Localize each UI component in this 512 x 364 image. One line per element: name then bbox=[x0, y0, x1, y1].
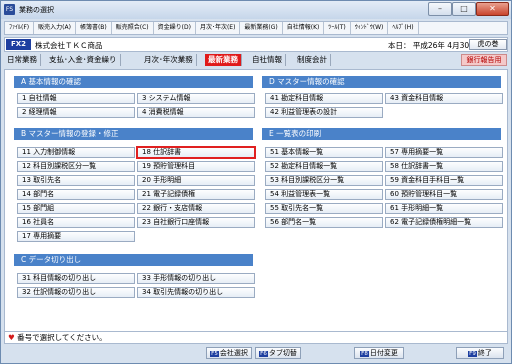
menu-button-23[interactable]: 23 自社銀行口座情報 bbox=[137, 217, 255, 228]
tab-payments[interactable]: 支払･入金･資金繰り bbox=[46, 54, 121, 66]
menu-button-11[interactable]: 11 入力制御情報 bbox=[17, 147, 135, 158]
menu-button-2[interactable]: 2 経理情報 bbox=[17, 107, 135, 118]
menu-monthly-yearly[interactable]: 月次･年次(E) bbox=[196, 22, 241, 34]
menu-button-32[interactable]: 32 仕訳情報の切り出し bbox=[17, 287, 135, 298]
menu-company-info[interactable]: 自社情報(K) bbox=[283, 22, 325, 34]
menu-button-51[interactable]: 51 基本情報一覧 bbox=[265, 147, 383, 158]
menu-button-54[interactable]: 54 利益管理表一覧 bbox=[265, 189, 383, 200]
section-b-header: B マスター情報の登録・修正 bbox=[14, 128, 253, 140]
menu-button-15[interactable]: 15 部門組 bbox=[17, 203, 135, 214]
section-c-header: C データ切り出し bbox=[14, 254, 253, 266]
menu-button-13[interactable]: 13 取引先名 bbox=[17, 175, 135, 186]
menu-button-62[interactable]: 62 電子記録債権明細一覧 bbox=[385, 217, 503, 228]
menu-latest[interactable]: 最新業務(G) bbox=[240, 22, 283, 34]
menu-button-17[interactable]: 17 専用摘要 bbox=[17, 231, 135, 242]
f5-label: 会社選択 bbox=[219, 349, 248, 357]
menu-books[interactable]: 帳簿書(B) bbox=[76, 22, 112, 34]
menu-file[interactable]: ﾌｧｲﾙ(F) bbox=[5, 22, 35, 34]
fx-label: FX2 bbox=[6, 39, 31, 50]
f8-date-change-button[interactable]: F8 日付変更 bbox=[354, 347, 404, 359]
f8-key-badge: F8 bbox=[360, 351, 369, 357]
f5-key-badge: F5 bbox=[210, 351, 219, 357]
menu-bar: ﾌｧｲﾙ(F) 販売入力(A) 帳簿書(B) 販売照合(C) 資金繰り(D) 月… bbox=[4, 21, 508, 35]
menu-tools[interactable]: ﾂｰﾙ(T) bbox=[324, 22, 351, 34]
tab-daily[interactable]: 日常業務 bbox=[4, 54, 41, 66]
menu-button-22[interactable]: 22 銀行・支店情報 bbox=[137, 203, 255, 214]
tab-company[interactable]: 自社情報 bbox=[249, 54, 286, 66]
f9-label: 終了 bbox=[477, 349, 492, 357]
section-d-header: D マスター情報の確認 bbox=[262, 76, 501, 88]
app-icon: FS bbox=[4, 4, 15, 15]
f9-key-badge: F9 bbox=[468, 351, 477, 357]
menu-button-55[interactable]: 55 取引先名一覧 bbox=[265, 203, 383, 214]
menu-button-12[interactable]: 12 科目別課税区分一覧 bbox=[17, 161, 135, 172]
menu-sales-input[interactable]: 販売入力(A) bbox=[34, 22, 76, 34]
menu-button-21[interactable]: 21 電子記録債権 bbox=[137, 189, 255, 200]
menu-button-20[interactable]: 20 手形明細 bbox=[137, 175, 255, 186]
f9-exit-button[interactable]: F9 終了 bbox=[456, 347, 504, 359]
menu-button-16[interactable]: 16 社員名 bbox=[17, 217, 135, 228]
menu-button-52[interactable]: 52 勘定科目情報一覧 bbox=[265, 161, 383, 172]
main-window: FS 業務の選択 – □ ✕ ﾌｧｲﾙ(F) 販売入力(A) 帳簿書(B) 販売… bbox=[0, 0, 512, 364]
menu-button-18[interactable]: 18 仕訳辞書 bbox=[136, 146, 256, 159]
menu-button-31[interactable]: 31 科目情報の切り出し bbox=[17, 273, 135, 284]
status-bar: ♥ 番号で選択してください。 bbox=[4, 331, 508, 344]
menu-button-34[interactable]: 34 取引先情報の切り出し bbox=[137, 287, 255, 298]
menu-button-41[interactable]: 41 勘定科目情報 bbox=[265, 93, 383, 104]
menu-button-14[interactable]: 14 部門名 bbox=[17, 189, 135, 200]
f8-label: 日付変更 bbox=[369, 349, 398, 357]
menu-button-3[interactable]: 3 システム情報 bbox=[137, 93, 255, 104]
menu-window[interactable]: ｳｨﾝﾄﾞｳ(W) bbox=[351, 22, 389, 34]
menu-button-33[interactable]: 33 手形情報の切り出し bbox=[137, 273, 255, 284]
tab-bar: 日常業務 支払･入金･資金繰り 月次･年次業務 最新業務 自社情報 制度会計 銀… bbox=[4, 53, 508, 67]
menu-button-58[interactable]: 58 仕訳辞書一覧 bbox=[385, 161, 503, 172]
menu-panel: A 基本情報の確認 1 自社情報 2 経理情報 3 システム情報 4 消費税情報… bbox=[4, 69, 508, 337]
tab-institutional[interactable]: 制度会計 bbox=[294, 54, 331, 66]
menu-button-61[interactable]: 61 手形明細一覧 bbox=[385, 203, 503, 214]
heart-icon: ♥ bbox=[8, 333, 15, 342]
tab-monthly[interactable]: 月次･年次業務 bbox=[141, 54, 197, 66]
title-bar: FS 業務の選択 – □ ✕ bbox=[1, 1, 511, 19]
company-name: 株式会社ＴＫＣ商品 bbox=[35, 41, 103, 50]
menu-button-57[interactable]: 57 専用摘要一覧 bbox=[385, 147, 503, 158]
menu-button-19[interactable]: 19 預貯管理科目 bbox=[137, 161, 255, 172]
bank-report-button[interactable]: 銀行報告用 bbox=[461, 54, 507, 66]
menu-cashflow[interactable]: 資金繰り(D) bbox=[154, 22, 196, 34]
menu-button-1[interactable]: 1 自社情報 bbox=[17, 93, 135, 104]
section-e-header: E 一覧表の印刷 bbox=[262, 128, 501, 140]
menu-sales-inquiry[interactable]: 販売照合(C) bbox=[112, 22, 154, 34]
menu-button-42[interactable]: 42 利益管理表の設計 bbox=[265, 107, 383, 118]
menu-button-60[interactable]: 60 預貯管理科目一覧 bbox=[385, 189, 503, 200]
f5-company-select-button[interactable]: F5 会社選択 bbox=[206, 347, 252, 359]
close-button[interactable]: ✕ bbox=[476, 2, 509, 16]
f6-key-badge: F6 bbox=[259, 351, 268, 357]
menu-button-43[interactable]: 43 資金科目情報 bbox=[385, 93, 503, 104]
company-bar: FX2 株式会社ＴＫＣ商品 本日： 平成26年 4月30日(水) 虎の巻 bbox=[4, 37, 508, 52]
menu-button-53[interactable]: 53 科目別課税区分一覧 bbox=[265, 175, 383, 186]
maximize-button[interactable]: □ bbox=[452, 2, 476, 16]
menu-button-59[interactable]: 59 資金科目手科目一覧 bbox=[385, 175, 503, 186]
function-key-bar: F5 会社選択 F6 タブ切替 F8 日付変更 F9 終了 bbox=[4, 346, 508, 361]
f6-tab-switch-button[interactable]: F6 タブ切替 bbox=[255, 347, 301, 359]
menu-button-4[interactable]: 4 消費税情報 bbox=[137, 107, 255, 118]
section-a-header: A 基本情報の確認 bbox=[14, 76, 253, 88]
window-title: 業務の選択 bbox=[19, 6, 54, 14]
status-message: 番号で選択してください。 bbox=[17, 333, 107, 342]
menu-button-56[interactable]: 56 部門名一覧 bbox=[265, 217, 383, 228]
tora-no-maki-button[interactable]: 虎の巻 bbox=[469, 39, 507, 50]
minimize-button[interactable]: – bbox=[428, 2, 452, 16]
menu-help[interactable]: ﾍﾙﾌﾟ(H) bbox=[388, 22, 419, 34]
tab-latest[interactable]: 最新業務 bbox=[205, 54, 242, 66]
f6-label: タブ切替 bbox=[268, 349, 297, 357]
